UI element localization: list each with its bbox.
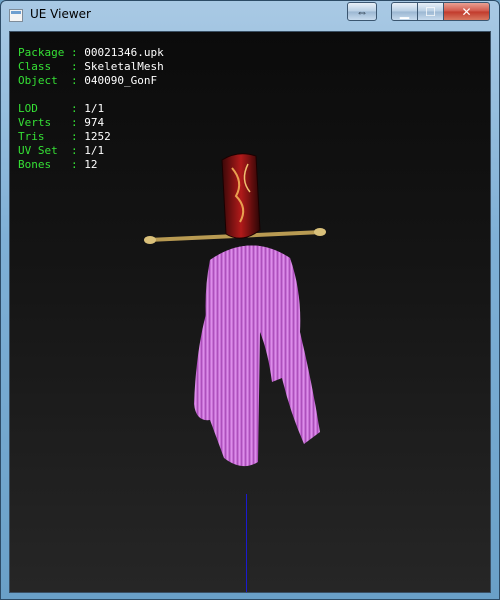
window-title: UE Viewer [30, 7, 91, 21]
app-icon [9, 9, 23, 22]
close-icon: ✕ [461, 4, 472, 19]
hair [194, 245, 320, 467]
hair-mesh-model [144, 153, 326, 467]
close-button[interactable]: ✕ [443, 2, 490, 21]
maximize-icon: ☐ [425, 4, 436, 19]
maximize-button[interactable]: ☐ [417, 2, 444, 21]
resize-button[interactable]: ⇔ [347, 2, 377, 21]
hair-ornament [221, 153, 261, 239]
minimize-button[interactable]: ▁ [391, 2, 418, 21]
minimize-icon: ▁ [399, 4, 410, 19]
app-window: UE Viewer ⇔ ▁ ☐ ✕ Package : 00021346.upk… [0, 0, 500, 600]
3d-viewport[interactable]: Package : 00021346.upk Class : SkeletalMe… [9, 31, 491, 593]
z-axis-line [246, 494, 247, 592]
resize-icon: ⇔ [356, 4, 368, 19]
title-bar[interactable]: UE Viewer ⇔ ▁ ☐ ✕ [1, 1, 499, 29]
